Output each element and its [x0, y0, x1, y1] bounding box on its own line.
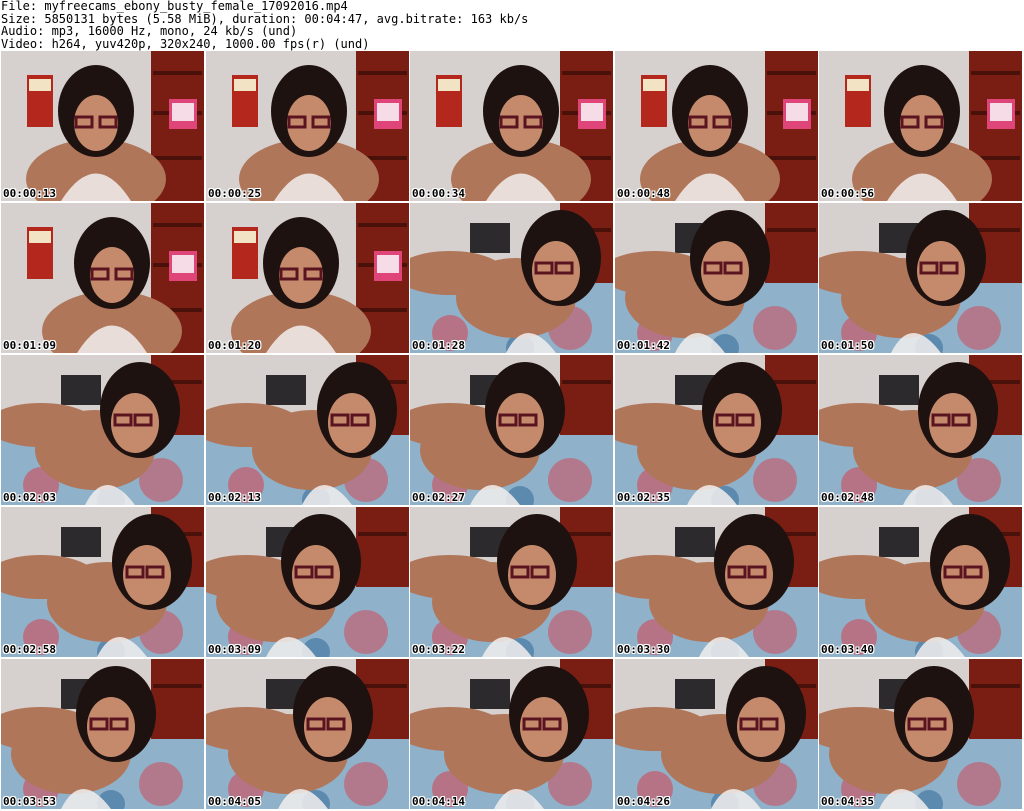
frame-image — [819, 659, 1022, 809]
video-frame-thumbnail: 00:00:34 — [410, 51, 613, 201]
video-frame-thumbnail: 00:03:30 — [615, 507, 818, 657]
frame-image — [410, 659, 613, 809]
frame-image — [206, 203, 409, 353]
frame-image — [206, 507, 409, 657]
video-frame-thumbnail: 00:01:50 — [819, 203, 1022, 353]
frame-image — [206, 659, 409, 809]
file-info-header: File: myfreecams_ebony_busty_female_1709… — [1, 0, 1021, 50]
frame-image — [1, 51, 204, 201]
video-frame-thumbnail: 00:04:26 — [615, 659, 818, 809]
video-frame-thumbnail: 00:04:35 — [819, 659, 1022, 809]
video-frame-thumbnail: 00:02:03 — [1, 355, 204, 505]
video-frame-thumbnail: 00:02:27 — [410, 355, 613, 505]
video-frame-thumbnail: 00:01:28 — [410, 203, 613, 353]
video-frame-thumbnail: 00:02:58 — [1, 507, 204, 657]
video-frame-thumbnail: 00:03:09 — [206, 507, 409, 657]
frame-image — [819, 355, 1022, 505]
frame-image — [206, 355, 409, 505]
video-frame-thumbnail: 00:03:22 — [410, 507, 613, 657]
audio-info-line: Audio: mp3, 16000 Hz, mono, 24 kb/s (und… — [1, 24, 298, 38]
frame-image — [410, 51, 613, 201]
frame-image — [819, 51, 1022, 201]
video-frame-thumbnail: 00:02:35 — [615, 355, 818, 505]
video-frame-thumbnail: 00:02:48 — [819, 355, 1022, 505]
frame-image — [615, 51, 818, 201]
frame-image — [615, 659, 818, 809]
video-frame-thumbnail: 00:04:05 — [206, 659, 409, 809]
file-name-line: File: myfreecams_ebony_busty_female_1709… — [1, 0, 348, 13]
video-frame-thumbnail: 00:01:09 — [1, 203, 204, 353]
video-frame-thumbnail: 00:00:13 — [1, 51, 204, 201]
frame-image — [1, 355, 204, 505]
frame-image — [1, 203, 204, 353]
video-frame-thumbnail: 00:03:40 — [819, 507, 1022, 657]
frame-image — [1, 659, 204, 809]
frame-image — [819, 203, 1022, 353]
video-frame-thumbnail: 00:01:42 — [615, 203, 818, 353]
frame-image — [410, 507, 613, 657]
video-frame-thumbnail: 00:00:56 — [819, 51, 1022, 201]
frame-image — [615, 355, 818, 505]
frame-image — [615, 203, 818, 353]
thumbnail-grid: 00:00:13 00:00:25 00:00:34 00:00:48 00:0… — [0, 51, 1024, 811]
frame-image — [1, 507, 204, 657]
frame-image — [615, 507, 818, 657]
video-info-line: Video: h264, yuv420p, 320x240, 1000.00 f… — [1, 36, 370, 51]
video-frame-thumbnail: 00:00:25 — [206, 51, 409, 201]
frame-image — [410, 355, 613, 505]
video-frame-thumbnail: 00:03:53 — [1, 659, 204, 809]
video-frame-thumbnail: 00:00:48 — [615, 51, 818, 201]
frame-image — [819, 507, 1022, 657]
video-frame-thumbnail: 00:02:13 — [206, 355, 409, 505]
video-frame-thumbnail: 00:04:14 — [410, 659, 613, 809]
video-frame-thumbnail: 00:01:20 — [206, 203, 409, 353]
frame-image — [206, 51, 409, 201]
frame-image — [410, 203, 613, 353]
